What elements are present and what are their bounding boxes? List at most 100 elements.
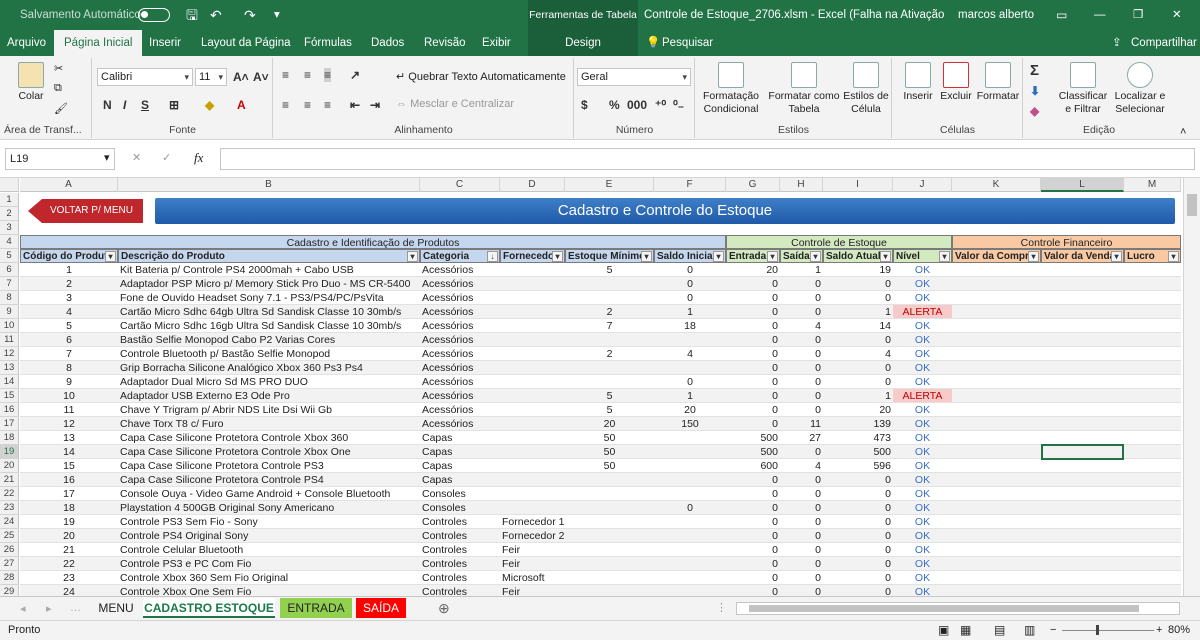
- cell-h[interactable]: 0: [780, 403, 823, 417]
- record-macro-icon[interactable]: ▣: [938, 621, 949, 640]
- cell-g[interactable]: 600: [726, 459, 780, 473]
- filter-dropdown-icon[interactable]: ▾: [713, 251, 724, 262]
- indent-increase-icon[interactable]: ⇥: [370, 98, 380, 112]
- more-sheets-icon[interactable]: …: [70, 602, 81, 614]
- cell-d[interactable]: [500, 501, 565, 515]
- format-as-table-button[interactable]: Formatar como Tabela: [766, 62, 842, 116]
- cell-m[interactable]: [1124, 529, 1181, 543]
- row-header-14[interactable]: 14: [0, 375, 19, 389]
- cell-h[interactable]: 0: [780, 571, 823, 585]
- cell-k[interactable]: [952, 277, 1041, 291]
- cell-d[interactable]: [500, 459, 565, 473]
- indent-decrease-icon[interactable]: ⇤: [350, 98, 360, 112]
- cell-l[interactable]: [1041, 473, 1124, 487]
- cell-h[interactable]: 11: [780, 417, 823, 431]
- customize-toolbar-icon[interactable]: ▾: [274, 0, 280, 30]
- cell-l[interactable]: [1041, 585, 1124, 596]
- cell-d[interactable]: [500, 361, 565, 375]
- cell-a[interactable]: 1: [20, 263, 118, 277]
- cell-k[interactable]: [952, 529, 1041, 543]
- filter-dropdown-icon[interactable]: ▾: [1111, 251, 1122, 262]
- cell-k[interactable]: [952, 459, 1041, 473]
- format-cells-button[interactable]: Formatar: [975, 62, 1021, 103]
- cell-m[interactable]: [1124, 501, 1181, 515]
- cell-b[interactable]: Capa Case Silicone Protetora Controle PS…: [118, 459, 420, 473]
- cell-i[interactable]: 20: [823, 403, 893, 417]
- cell-l[interactable]: [1041, 361, 1124, 375]
- column-header-l[interactable]: L: [1041, 178, 1124, 192]
- row-header-13[interactable]: 13: [0, 361, 19, 375]
- cell-l[interactable]: [1041, 487, 1124, 501]
- cell-f[interactable]: [654, 529, 726, 543]
- row-header-26[interactable]: 26: [0, 543, 19, 557]
- cell-k[interactable]: [952, 417, 1041, 431]
- cell-k[interactable]: [952, 431, 1041, 445]
- grow-font-icon[interactable]: A˄: [233, 70, 249, 84]
- tab-inserir[interactable]: Inserir: [149, 30, 181, 56]
- cell-a[interactable]: 13: [20, 431, 118, 445]
- orientation-icon[interactable]: ↗: [350, 68, 360, 82]
- zoom-slider[interactable]: [1062, 630, 1154, 631]
- insert-cells-button[interactable]: Inserir: [899, 62, 937, 103]
- cell-m[interactable]: [1124, 557, 1181, 571]
- cell-m[interactable]: [1124, 487, 1181, 501]
- cell-a[interactable]: 24: [20, 585, 118, 596]
- spreadsheet-grid[interactable]: ABCDEFGHIJKLM 1 2 3 4 5 6 7 8 9 10 11 12 13 14 15 16 17 1…: [0, 178, 1183, 596]
- cell-e[interactable]: 2: [565, 305, 654, 319]
- cell-f[interactable]: [654, 431, 726, 445]
- cell-b[interactable]: Adaptador USB Externo E3 Ode Pro: [118, 389, 420, 403]
- cell-j[interactable]: ALERTA: [893, 305, 952, 319]
- selected-cell-L19[interactable]: [1041, 444, 1124, 460]
- restore-button[interactable]: ❐: [1133, 0, 1143, 30]
- back-to-menu-button[interactable]: VOLTAR P/ MENU: [28, 199, 143, 223]
- row-header-5[interactable]: 5: [0, 249, 19, 263]
- cell-a[interactable]: 20: [20, 529, 118, 543]
- cell-e[interactable]: [565, 487, 654, 501]
- column-header-b[interactable]: B: [118, 178, 420, 192]
- cell-b[interactable]: Controle Bluetooth p/ Bastão Selfie Mono…: [118, 347, 420, 361]
- row-header-21[interactable]: 21: [0, 473, 19, 487]
- cell-a[interactable]: 2: [20, 277, 118, 291]
- cell-k[interactable]: [952, 333, 1041, 347]
- cell-f[interactable]: [654, 585, 726, 596]
- cell-b[interactable]: Capa Case Silicone Protetora Controle PS…: [118, 473, 420, 487]
- cell-a[interactable]: 17: [20, 487, 118, 501]
- align-middle-icon[interactable]: ≡: [304, 68, 311, 82]
- cell-e[interactable]: 50: [565, 459, 654, 473]
- cell-j[interactable]: OK: [893, 291, 952, 305]
- minimize-button[interactable]: —: [1094, 0, 1106, 30]
- cell-j[interactable]: OK: [893, 515, 952, 529]
- cell-g[interactable]: 0: [726, 557, 780, 571]
- horizontal-scrollbar[interactable]: [736, 602, 1180, 615]
- cell-h[interactable]: 0: [780, 445, 823, 459]
- cell-f[interactable]: 0: [654, 501, 726, 515]
- cell-d[interactable]: [500, 319, 565, 333]
- cell-f[interactable]: [654, 543, 726, 557]
- cell-c[interactable]: Controles: [420, 515, 500, 529]
- cell-k[interactable]: [952, 585, 1041, 596]
- cell-m[interactable]: [1124, 585, 1181, 596]
- undo-icon[interactable]: ↶: [210, 0, 222, 30]
- cell-l[interactable]: [1041, 543, 1124, 557]
- column-header-m[interactable]: M: [1124, 178, 1181, 192]
- cell-k[interactable]: [952, 361, 1041, 375]
- cell-g[interactable]: 0: [726, 361, 780, 375]
- cell-g[interactable]: 0: [726, 291, 780, 305]
- cell-c[interactable]: Acessórios: [420, 333, 500, 347]
- confirm-entry-icon[interactable]: ✓: [162, 151, 171, 164]
- cell-b[interactable]: Kit Bateria p/ Controle PS4 2000mah + Ca…: [118, 263, 420, 277]
- clear-icon[interactable]: ◆: [1030, 104, 1039, 118]
- cell-j[interactable]: OK: [893, 333, 952, 347]
- filter-dropdown-icon[interactable]: ▾: [767, 251, 778, 262]
- cell-f[interactable]: 0: [654, 375, 726, 389]
- cell-f[interactable]: 20: [654, 403, 726, 417]
- cell-h[interactable]: 4: [780, 459, 823, 473]
- paste-button[interactable]: Colar: [14, 62, 48, 103]
- column-header-a[interactable]: A: [20, 178, 118, 192]
- delete-cells-button[interactable]: Excluir: [937, 62, 975, 103]
- cell-a[interactable]: 10: [20, 389, 118, 403]
- row-header-3[interactable]: 3: [0, 221, 19, 235]
- cell-l[interactable]: [1041, 375, 1124, 389]
- cell-styles-button[interactable]: Estilos de Célula: [842, 62, 890, 116]
- cell-f[interactable]: 4: [654, 347, 726, 361]
